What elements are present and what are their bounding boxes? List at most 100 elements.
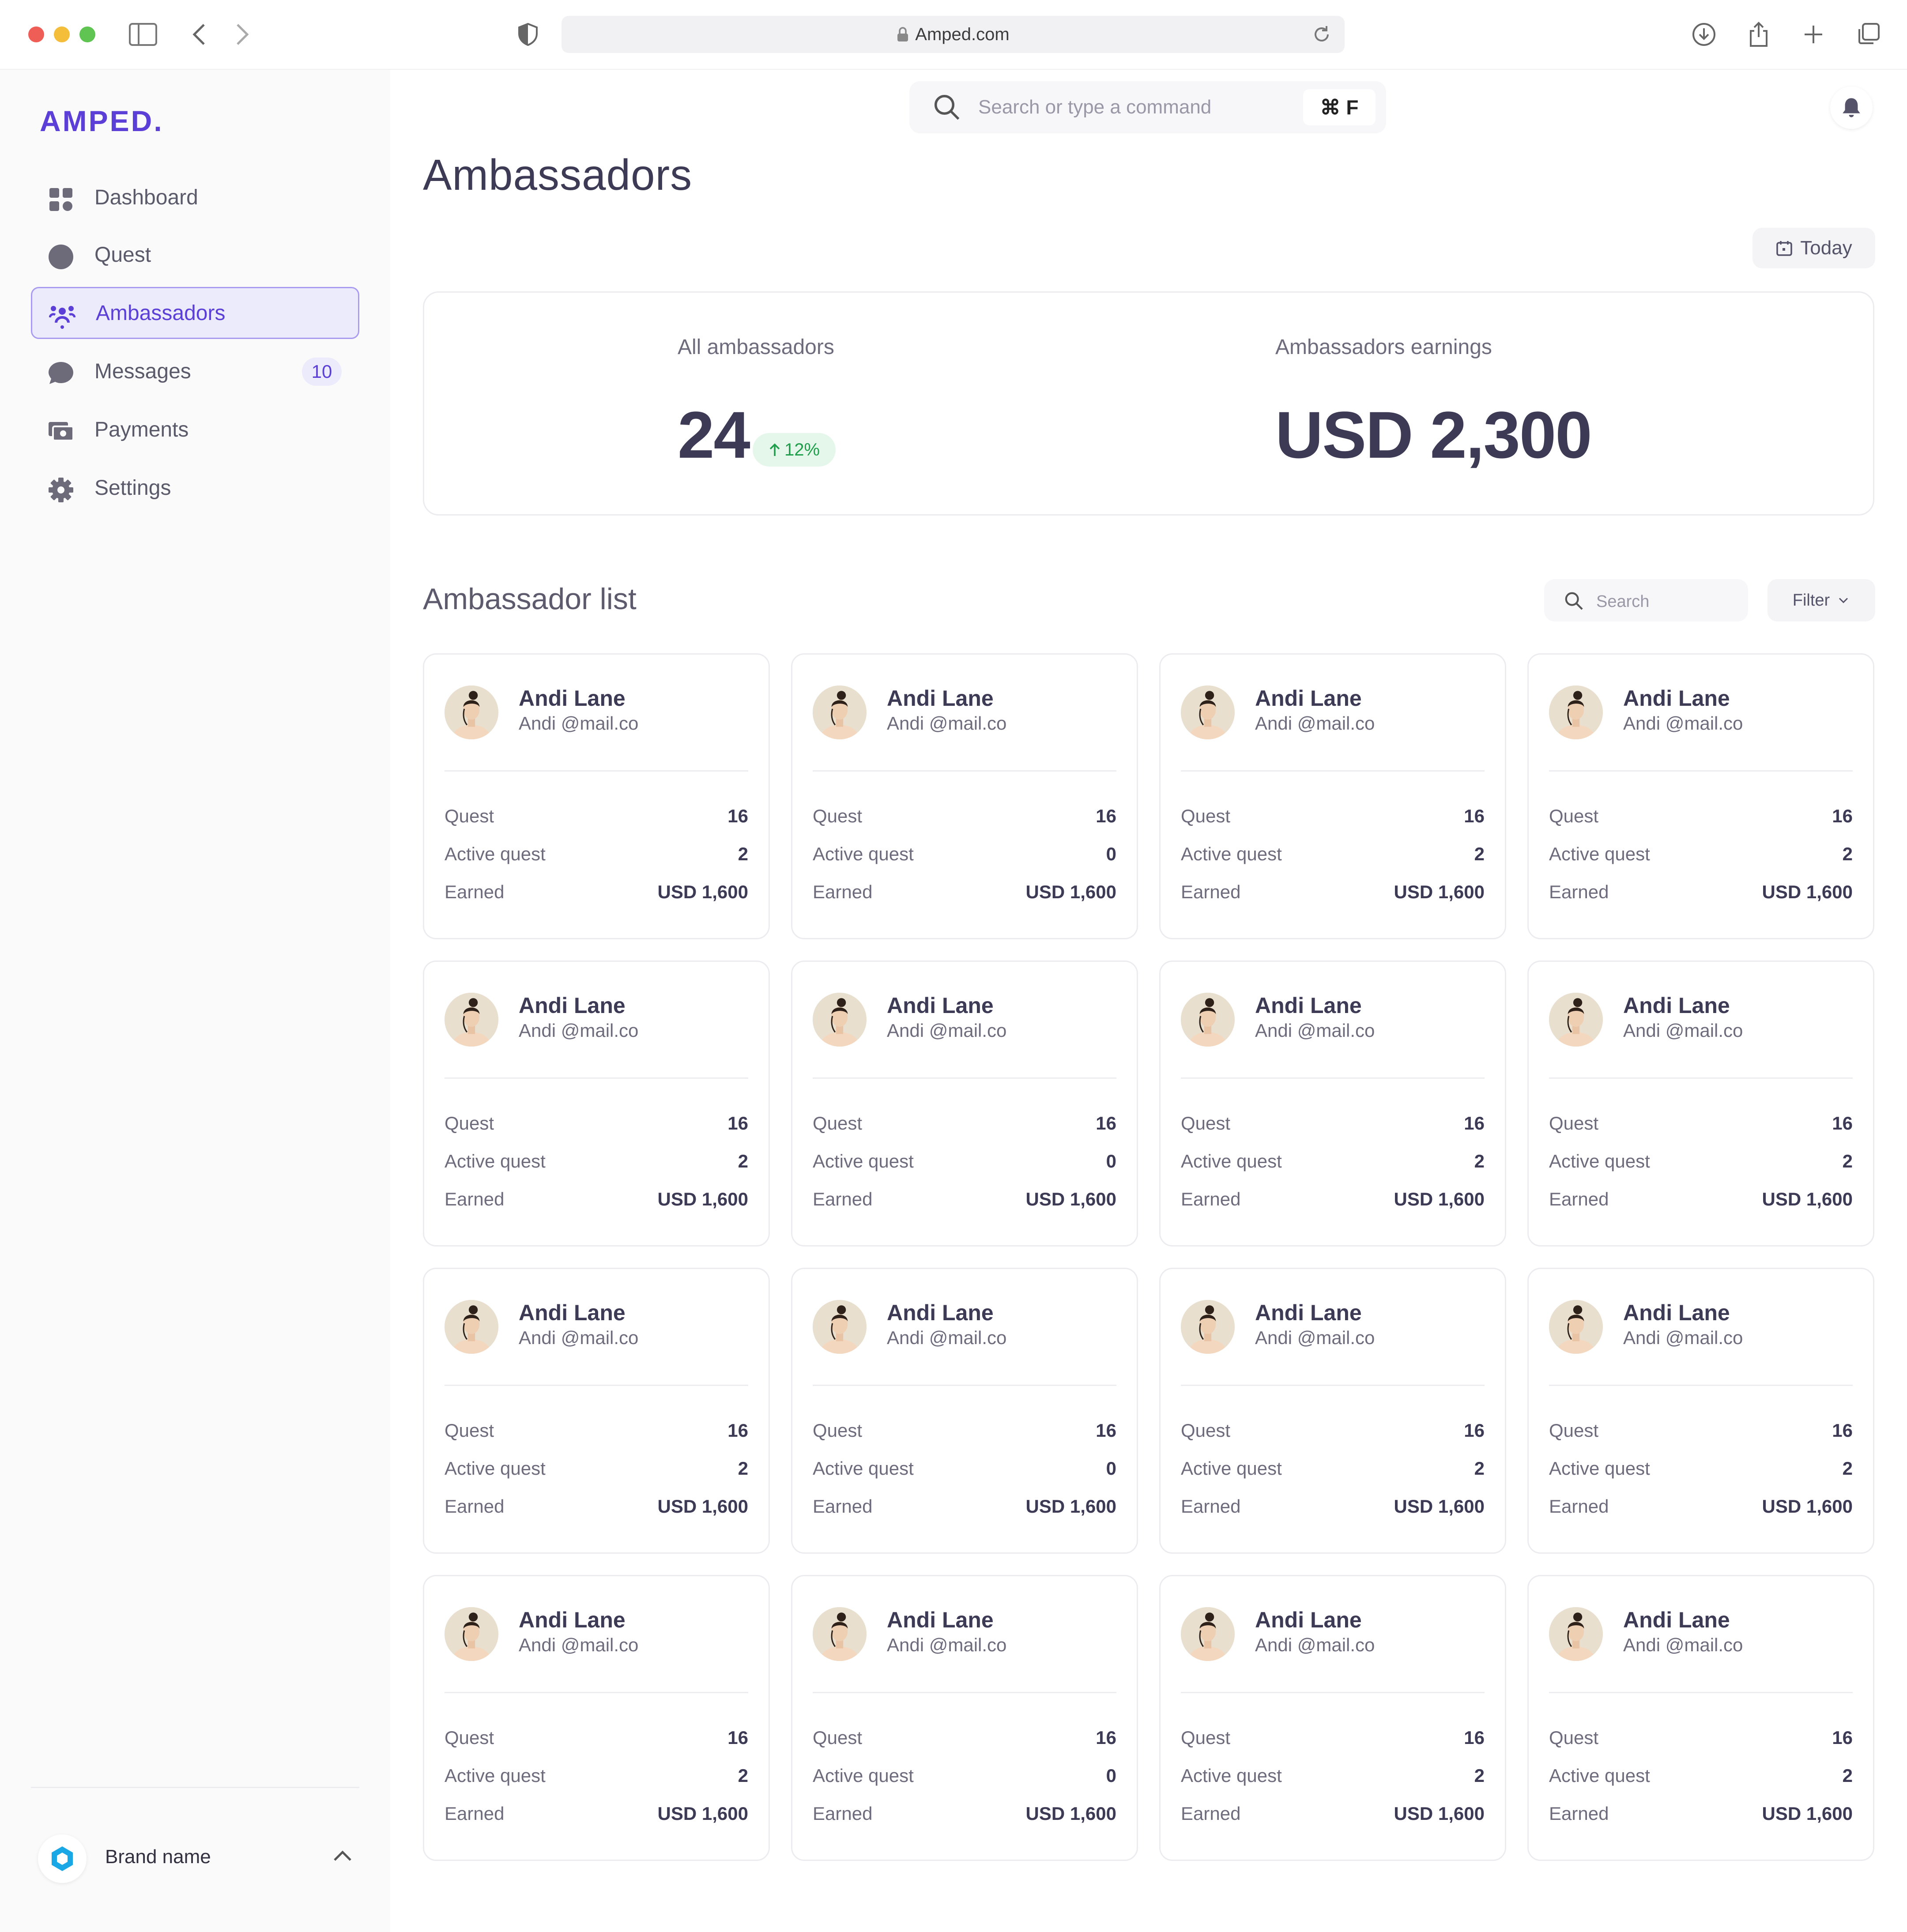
sidebar-item-messages[interactable]: Messages 10	[31, 345, 359, 397]
active-quest-row: Active quest 2	[445, 1458, 748, 1484]
ambassador-email: Andi @mail.co	[519, 713, 639, 734]
command-search-placeholder: Search or type a command	[978, 96, 1212, 118]
quest-label: Quest	[1549, 1727, 1599, 1748]
quest-label: Quest	[813, 1727, 863, 1748]
list-search-input[interactable]: Search	[1544, 579, 1748, 621]
quest-value: 16	[1464, 806, 1485, 826]
active-quest-label: Active quest	[445, 1765, 546, 1786]
chat-icon	[48, 360, 74, 387]
active-quest-value: 2	[1474, 1151, 1485, 1171]
active-quest-row: Active quest 2	[445, 1151, 748, 1177]
notifications-button[interactable]	[1830, 87, 1873, 129]
reload-icon[interactable]	[1311, 24, 1332, 45]
ambassador-card[interactable]: Andi Lane Andi @mail.co Quest 16 Active …	[1159, 653, 1506, 939]
active-quest-row: Active quest 2	[1549, 1151, 1853, 1177]
avatar	[813, 993, 867, 1047]
sidebar-item-dashboard[interactable]: Dashboard	[31, 171, 359, 223]
ambassador-card[interactable]: Andi Lane Andi @mail.co Quest 16 Active …	[1527, 653, 1874, 939]
shortcut-hint: ⌘ F	[1303, 89, 1376, 125]
ambassador-card[interactable]: Andi Lane Andi @mail.co Quest 16 Active …	[1159, 1268, 1506, 1554]
sidebar-item-quest[interactable]: Quest	[31, 229, 359, 281]
back-icon[interactable]	[184, 19, 215, 50]
date-filter-button[interactable]: Today	[1752, 228, 1875, 268]
address-bar[interactable]: Amped.com	[562, 16, 1345, 53]
earned-value: USD 1,600	[1394, 1189, 1485, 1209]
avatar	[1549, 685, 1603, 739]
brand-name: Brand name	[105, 1846, 211, 1868]
sidebar-item-payments[interactable]: Payments	[31, 403, 359, 456]
quest-row: Quest 16	[1181, 1420, 1485, 1446]
avatar	[445, 1300, 498, 1354]
download-icon[interactable]	[1688, 19, 1720, 50]
command-search[interactable]: Search or type a command ⌘ F	[909, 81, 1386, 133]
active-quest-row: Active quest 2	[1181, 1151, 1485, 1177]
ambassador-card[interactable]: Andi Lane Andi @mail.co Quest 16 Active …	[1527, 1575, 1874, 1861]
earned-row: Earned USD 1,600	[1549, 881, 1853, 908]
ambassador-card[interactable]: Andi Lane Andi @mail.co Quest 16 Active …	[791, 1268, 1138, 1554]
sidebar-item-settings[interactable]: Settings	[31, 462, 359, 514]
active-quest-label: Active quest	[445, 1151, 546, 1171]
active-quest-label: Active quest	[813, 1151, 914, 1171]
quest-value: 16	[1832, 1113, 1853, 1134]
minimize-window-button[interactable]	[54, 26, 70, 42]
new-tab-icon[interactable]	[1798, 19, 1829, 50]
earned-value: USD 1,600	[1394, 1496, 1485, 1517]
quest-value: 16	[727, 806, 748, 826]
quest-row: Quest 16	[813, 1113, 1116, 1139]
earned-row: Earned USD 1,600	[445, 1496, 748, 1522]
ambassador-card[interactable]: Andi Lane Andi @mail.co Quest 16 Active …	[423, 1575, 770, 1861]
active-quest-value: 0	[1106, 1765, 1116, 1786]
arrow-up-icon	[769, 443, 780, 456]
privacy-shield-icon[interactable]	[512, 19, 544, 50]
ambassador-card[interactable]: Andi Lane Andi @mail.co Quest 16 Active …	[791, 653, 1138, 939]
tab-overview-icon[interactable]	[1852, 19, 1884, 50]
card-divider	[1181, 1077, 1485, 1079]
maximize-window-button[interactable]	[79, 26, 95, 42]
ambassador-card[interactable]: Andi Lane Andi @mail.co Quest 16 Active …	[1527, 1268, 1874, 1554]
forward-icon[interactable]	[226, 19, 258, 50]
ambassador-card[interactable]: Andi Lane Andi @mail.co Quest 16 Active …	[1159, 960, 1506, 1247]
card-divider	[813, 1077, 1116, 1079]
chevron-up-icon[interactable]	[329, 1842, 356, 1869]
ambassador-card[interactable]: Andi Lane Andi @mail.co Quest 16 Active …	[791, 1575, 1138, 1861]
sidebar-item-ambassadors[interactable]: Ambassadors	[31, 287, 359, 339]
quest-label: Quest	[1181, 1113, 1231, 1134]
quest-row: Quest 16	[1549, 1113, 1853, 1139]
quest-value: 16	[1096, 1113, 1116, 1134]
quest-row: Quest 16	[813, 806, 1116, 832]
ambassador-email: Andi @mail.co	[1623, 1327, 1743, 1348]
close-window-button[interactable]	[28, 26, 44, 42]
card-divider	[813, 770, 1116, 772]
active-quest-value: 2	[1842, 1765, 1853, 1786]
active-quest-label: Active quest	[1549, 844, 1650, 864]
card-divider	[1549, 1385, 1853, 1386]
amped-logo[interactable]: AMPED.	[40, 104, 164, 138]
brand-switcher[interactable]: Brand name	[38, 1825, 356, 1887]
quest-row: Quest 16	[1549, 1420, 1853, 1446]
active-quest-value: 2	[1474, 1765, 1485, 1786]
ambassador-card[interactable]: Andi Lane Andi @mail.co Quest 16 Active …	[1527, 960, 1874, 1247]
url-text: Amped.com	[915, 24, 1010, 44]
earned-label: Earned	[1549, 881, 1609, 902]
ambassador-card[interactable]: Andi Lane Andi @mail.co Quest 16 Active …	[423, 653, 770, 939]
quest-row: Quest 16	[1181, 1113, 1485, 1139]
quest-row: Quest 16	[445, 806, 748, 832]
ambassador-card[interactable]: Andi Lane Andi @mail.co Quest 16 Active …	[791, 960, 1138, 1247]
filter-button[interactable]: Filter	[1768, 579, 1875, 621]
earnings-label: Ambassadors earnings	[1275, 335, 1492, 359]
share-icon[interactable]	[1743, 19, 1775, 50]
earned-row: Earned USD 1,600	[1181, 1803, 1485, 1830]
quest-label: Quest	[1181, 806, 1231, 826]
active-quest-row: Active quest 2	[1549, 844, 1853, 870]
brand-logo-icon	[38, 1834, 87, 1883]
lock-icon	[897, 27, 908, 41]
ambassador-card[interactable]: Andi Lane Andi @mail.co Quest 16 Active …	[1159, 1575, 1506, 1861]
card-divider	[1549, 1077, 1853, 1079]
ambassador-card[interactable]: Andi Lane Andi @mail.co Quest 16 Active …	[423, 960, 770, 1247]
sidebar-toggle-icon[interactable]	[127, 19, 159, 50]
sidebar-item-label: Ambassadors	[96, 301, 226, 325]
avatar	[1181, 685, 1235, 739]
quest-value: 16	[1096, 806, 1116, 826]
earned-value: USD 1,600	[657, 881, 748, 902]
ambassador-card[interactable]: Andi Lane Andi @mail.co Quest 16 Active …	[423, 1268, 770, 1554]
